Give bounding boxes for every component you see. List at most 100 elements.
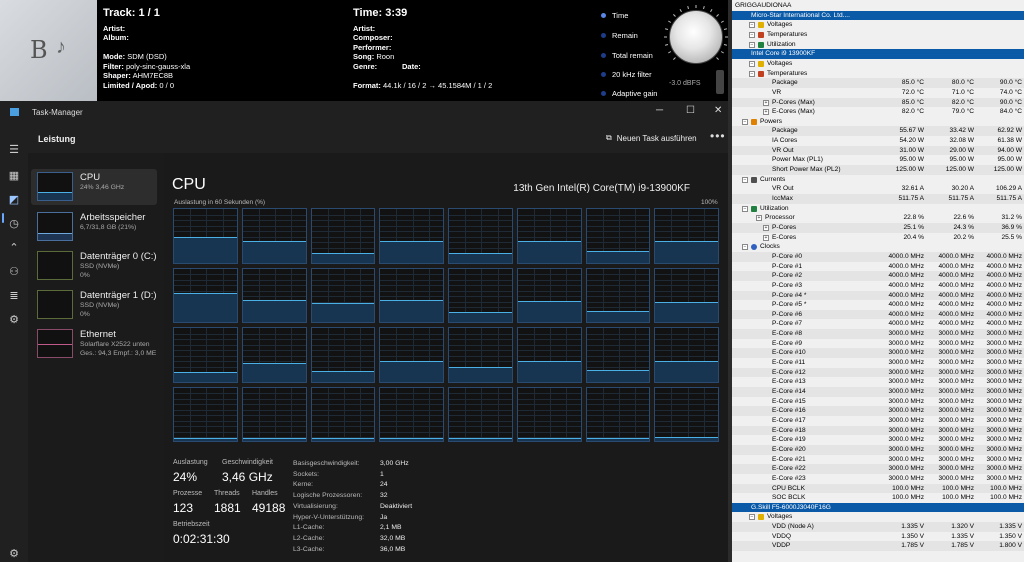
sensor-row[interactable]: E-Core #10 3000.0 MHz 3000.0 MHz 3000.0 MHz xyxy=(732,348,1024,359)
option-remain[interactable]: Remain xyxy=(601,31,638,40)
sensor-row[interactable]: + P-Cores (Max) 85.0 °C 82.0 °C 90.0 °C xyxy=(732,97,1024,108)
sensor-row[interactable]: E-Core #8 3000.0 MHz 3000.0 MHz 3000.0 MHz xyxy=(732,329,1024,339)
sensor-row[interactable]: + E-Cores 20.4 % 20.2 % 25.5 % xyxy=(732,233,1024,243)
sensor-row[interactable]: Package 85.0 °C 80.0 °C 90.0 °C xyxy=(732,78,1024,88)
sensor-row[interactable]: E-Core #17 3000.0 MHz 3000.0 MHz 3000.0 MHz xyxy=(732,416,1024,426)
sensor-row[interactable]: G.Skill F5-6000J3040F16G xyxy=(732,502,1024,513)
performance-icon[interactable]: ◩ xyxy=(7,193,21,207)
sensor-row[interactable]: IA Cores 54.20 W 32.08 W 61.38 W xyxy=(732,136,1024,146)
radio-button[interactable] xyxy=(601,91,606,96)
sensor-row[interactable]: E-Core #20 3000.0 MHz 3000.0 MHz 3000.0 MHz xyxy=(732,444,1024,455)
sensor-row[interactable]: P-Core #4 * 4000.0 MHz 4000.0 MHz 4000.0 MH… xyxy=(732,290,1024,301)
users-icon[interactable]: ⚇ xyxy=(7,265,21,279)
radio-button[interactable] xyxy=(601,53,606,58)
sensor-row[interactable]: E-Core #22 3000.0 MHz 3000.0 MHz 3000.0 MHz xyxy=(732,464,1024,474)
player-scrollbar[interactable] xyxy=(716,70,724,94)
sensor-row[interactable]: Intel Core i9 13900KF xyxy=(732,49,1024,59)
sensor-row[interactable]: Power Max (PL1) 95.00 W 95.00 W 95.00 W xyxy=(732,155,1024,165)
sensor-row[interactable]: Package 55.67 W 33.42 W 62.92 W xyxy=(732,126,1024,137)
app-history-icon[interactable]: ◷ xyxy=(7,217,21,231)
radio-button[interactable] xyxy=(601,13,606,18)
sensor-row[interactable]: E-Core #14 3000.0 MHz 3000.0 MHz 3000.0 MHz xyxy=(732,387,1024,397)
expand-toggle-icon[interactable]: − xyxy=(749,22,755,29)
sensor-row[interactable]: + Processor 22.8 % 22.6 % 31.2 % xyxy=(732,213,1024,223)
sensor-row[interactable]: IccMax 511.75 A 511.75 A 511.75 A xyxy=(732,194,1024,204)
sensor-row[interactable]: Short Power Max (PL2) 125.00 W 125.00 W 125… xyxy=(732,165,1024,175)
expand-toggle-icon[interactable]: + xyxy=(763,224,769,231)
sensor-row[interactable]: P-Core #2 4000.0 MHz 4000.0 MHz 4000.0 MHz xyxy=(732,271,1024,281)
volume-knob[interactable] xyxy=(669,10,723,64)
sensor-row[interactable]: P-Core #5 * 4000.0 MHz 4000.0 MHz 4000.0 MH… xyxy=(732,300,1024,310)
sensor-row[interactable]: + P-Cores 25.1 % 24.3 % 36.9 % xyxy=(732,222,1024,233)
resource-item-2[interactable]: Datenträger 0 (C:) SSD (NVMe) 0% xyxy=(31,248,157,284)
sensor-row[interactable]: E-Core #23 3000.0 MHz 3000.0 MHz 3000.0 MHz xyxy=(732,474,1024,484)
radio-button[interactable] xyxy=(601,33,606,38)
sensor-row[interactable]: VR Out 31.00 W 29.00 W 94.00 W xyxy=(732,145,1024,156)
sensor-row[interactable]: CPU BCLK 100.0 MHz 100.0 MHz 100.0 MHz xyxy=(732,483,1024,494)
sensor-row[interactable]: − Voltages xyxy=(732,20,1024,30)
sensor-row[interactable]: VDD (Node A) 1.335 V 1.320 V 1.335 V xyxy=(732,522,1024,532)
services-icon[interactable]: ⚙ xyxy=(7,313,21,327)
expand-toggle-icon[interactable]: + xyxy=(763,109,769,116)
sensor-row[interactable]: E-Core #21 3000.0 MHz 3000.0 MHz 3000.0 MHz xyxy=(732,455,1024,465)
option-time[interactable]: Time xyxy=(601,11,628,20)
resource-item-0[interactable]: CPU 24% 3,46 GHz xyxy=(31,169,157,205)
sensor-row[interactable]: P-Core #0 4000.0 MHz 4000.0 MHz 4000.0 MHz xyxy=(732,251,1024,262)
more-options-button[interactable]: ••• xyxy=(710,129,726,143)
minimize-icon[interactable]: ─ xyxy=(656,105,663,116)
sensor-row[interactable]: GRIGGAUDIONAA xyxy=(732,1,1024,11)
sensor-row[interactable]: Micro-Star International Co. Ltd.... xyxy=(732,10,1024,21)
sensor-row[interactable]: P-Core #7 4000.0 MHz 4000.0 MHz 4000.0 MHz xyxy=(732,319,1024,329)
expand-toggle-icon[interactable]: − xyxy=(749,70,755,77)
sensor-row[interactable]: VR Out 32.61 A 30.20 A 106.29 A xyxy=(732,184,1024,194)
sensor-row[interactable]: − Currents xyxy=(732,175,1024,185)
option-adaptive-gain[interactable]: Adaptive gain xyxy=(601,89,657,98)
hamburger-menu-icon[interactable]: ☰ xyxy=(7,143,21,157)
expand-toggle-icon[interactable]: − xyxy=(749,60,755,67)
sensor-row[interactable]: + E-Cores (Max) 82.0 °C 79.0 °C 84.0 °C xyxy=(732,107,1024,117)
sensor-row[interactable]: P-Core #3 4000.0 MHz 4000.0 MHz 4000.0 MHz xyxy=(732,281,1024,291)
sensor-row[interactable]: E-Core #12 3000.0 MHz 3000.0 MHz 3000.0 MHz xyxy=(732,367,1024,378)
sensor-row[interactable]: E-Core #19 3000.0 MHz 3000.0 MHz 3000.0 MHz xyxy=(732,435,1024,445)
expand-toggle-icon[interactable]: + xyxy=(763,99,769,106)
sensor-row[interactable]: VDDQ 1.350 V 1.335 V 1.350 V xyxy=(732,532,1024,542)
logical-processor-grid[interactable] xyxy=(173,208,719,442)
expand-toggle-icon[interactable]: − xyxy=(742,118,748,125)
run-new-task-button[interactable]: ⧉ Neuen Task ausführen xyxy=(606,133,697,143)
sensor-row[interactable]: P-Core #1 4000.0 MHz 4000.0 MHz 4000.0 MHz xyxy=(732,262,1024,272)
sensor-row[interactable]: E-Core #16 3000.0 MHz 3000.0 MHz 3000.0 MHz xyxy=(732,406,1024,416)
details-icon[interactable]: ≣ xyxy=(7,289,21,303)
resource-item-1[interactable]: Arbeitsspeicher 6,7/31,8 GB (21%) xyxy=(31,209,157,245)
sensor-row[interactable]: − Voltages xyxy=(732,512,1024,522)
sensor-row[interactable]: − Temperatures xyxy=(732,69,1024,79)
startup-apps-icon[interactable]: ⌃ xyxy=(7,241,21,255)
expand-toggle-icon[interactable]: + xyxy=(756,215,762,222)
sensor-row[interactable]: − Utilization xyxy=(732,40,1024,50)
expand-toggle-icon[interactable]: − xyxy=(749,514,755,521)
option-total-remain[interactable]: Total remain xyxy=(601,51,653,60)
expand-toggle-icon[interactable]: − xyxy=(742,205,748,212)
resource-item-4[interactable]: Ethernet Solarflare X2522 unten Ges.: 94,3… xyxy=(31,326,157,362)
expand-toggle-icon[interactable]: − xyxy=(749,31,755,38)
processes-icon[interactable]: ▦ xyxy=(7,169,21,183)
expand-toggle-icon[interactable]: + xyxy=(763,234,769,241)
settings-gear-icon[interactable]: ⚙ xyxy=(7,547,21,561)
sensor-row[interactable]: SOC BCLK 100.0 MHz 100.0 MHz 100.0 MHz xyxy=(732,493,1024,503)
close-icon[interactable]: ✕ xyxy=(714,105,722,116)
sensor-row[interactable]: − Temperatures xyxy=(732,30,1024,40)
sensor-row[interactable]: − Powers xyxy=(732,117,1024,127)
sensor-row[interactable]: E-Core #11 3000.0 MHz 3000.0 MHz 3000.0 MHz xyxy=(732,358,1024,368)
sensor-row[interactable]: P-Core #6 4000.0 MHz 4000.0 MHz 4000.0 MHz xyxy=(732,309,1024,320)
sensor-row[interactable]: E-Core #13 3000.0 MHz 3000.0 MHz 3000.0 MHz xyxy=(732,377,1024,387)
sensor-row[interactable]: E-Core #18 3000.0 MHz 3000.0 MHz 3000.0 MHz xyxy=(732,425,1024,436)
radio-button[interactable] xyxy=(601,72,606,77)
sensor-row[interactable]: − Utilization xyxy=(732,204,1024,214)
resource-item-3[interactable]: Datenträger 1 (D:) SSD (NVMe) 0% xyxy=(31,287,157,323)
expand-toggle-icon[interactable]: − xyxy=(742,244,748,251)
sensor-row[interactable]: − Clocks xyxy=(732,242,1024,252)
option-20-khz-filter[interactable]: 20 kHz filter xyxy=(601,70,652,79)
sensor-row[interactable]: VDDP 1.785 V 1.785 V 1.800 V xyxy=(732,541,1024,552)
expand-toggle-icon[interactable]: − xyxy=(749,41,755,48)
sensor-row[interactable]: − Voltages xyxy=(732,59,1024,69)
sensor-row[interactable]: VR 72.0 °C 71.0 °C 74.0 °C xyxy=(732,88,1024,98)
